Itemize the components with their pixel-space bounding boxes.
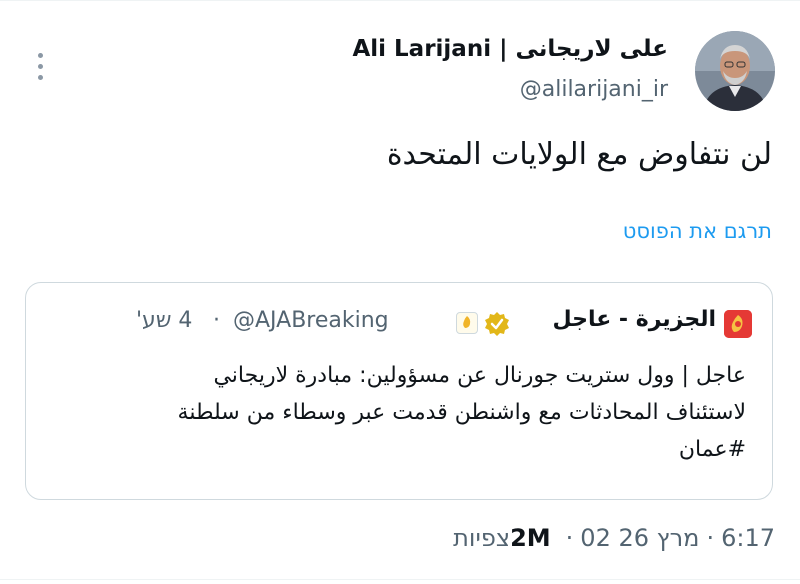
- top-divider: [0, 0, 800, 1]
- views-count[interactable]: 2M: [510, 524, 551, 552]
- quoted-author-handle: @AJABreaking: [233, 308, 389, 333]
- post-date[interactable]: 02 מרץ 26: [580, 524, 699, 552]
- more-options-icon[interactable]: [30, 50, 52, 84]
- post-time[interactable]: 6:17: [721, 524, 775, 552]
- quoted-post-card[interactable]: الجزيرة - عاجل @AJABreaking · 4 שע' عاجل…: [25, 282, 773, 500]
- aljazeera-logo-icon: [724, 310, 752, 338]
- author-name[interactable]: Ali Larijani | علی لاریجانی: [352, 36, 668, 62]
- separator-dot: ·: [706, 524, 715, 552]
- views-label: צפיות: [453, 524, 511, 552]
- quoted-hashtag[interactable]: #عمان: [679, 437, 746, 462]
- quoted-text-line: عاجل | وول ستريت جورنال عن مسؤولين: مباد…: [213, 363, 746, 388]
- person-avatar-icon: [695, 31, 775, 111]
- author-handle[interactable]: @alilarijani_ir: [520, 77, 668, 102]
- translate-post-link[interactable]: תרגם את הפוסט: [623, 219, 772, 243]
- verified-badge-icon: [484, 311, 510, 337]
- quoted-post-time: 4 שע': [136, 308, 193, 333]
- affiliation-badge-icon: [456, 312, 478, 334]
- separator-dot: ·: [213, 308, 220, 333]
- quoted-text-line: لاستئناف المحادثات مع واشنطن قدمت عبر وس…: [177, 400, 746, 425]
- bottom-divider: [0, 579, 800, 580]
- post-metadata: 6:17 · 02 מרץ 26 · 2M צפיות: [453, 524, 775, 556]
- avatar[interactable]: [695, 31, 775, 111]
- separator-dot: ·: [565, 524, 574, 552]
- quoted-author-name: الجزيرة - عاجل: [552, 307, 716, 332]
- tweet-text: لن نتفاوض مع الولايات المتحدة: [386, 137, 772, 172]
